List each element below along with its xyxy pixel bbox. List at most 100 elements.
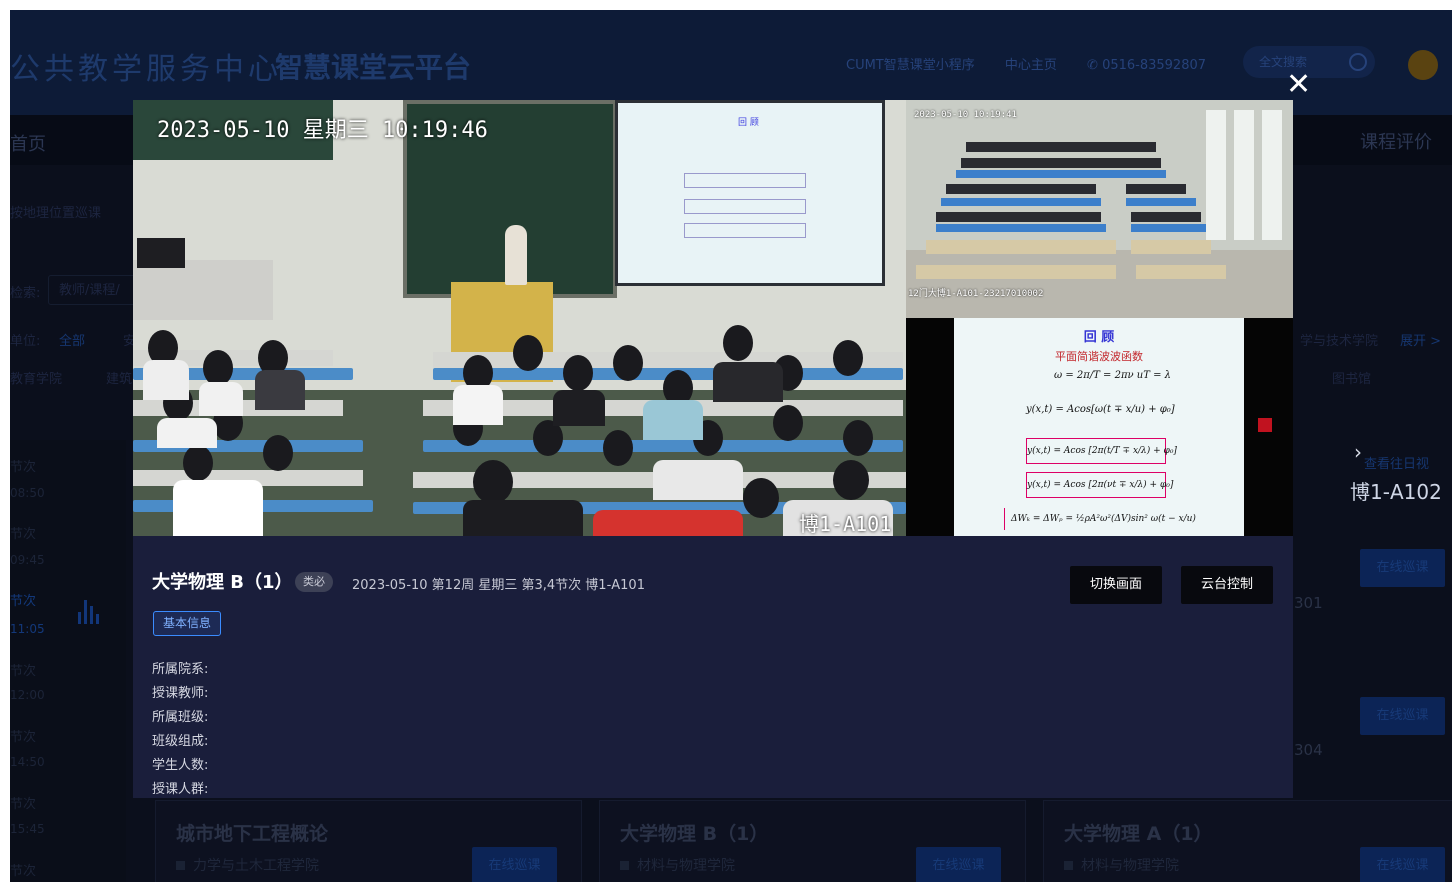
student [613, 345, 643, 381]
student-body [553, 390, 605, 426]
info-label: 学生人数: [152, 758, 209, 773]
slide-feed-video[interactable]: 回 顾 平面简谐波波函数 ω = 2π/T = 2πν uT = λ y(x,t… [906, 318, 1293, 536]
student [833, 340, 863, 376]
user-avatar[interactable] [1408, 50, 1438, 80]
unit-filter-build[interactable]: 建筑 [106, 368, 132, 387]
student [263, 435, 293, 471]
miniprogram-link[interactable]: CUMT智慧课堂小程序 [846, 58, 975, 73]
camera2-timestamp: 2023-05-10 10:19:41 [914, 110, 1017, 120]
student-body [157, 418, 217, 448]
slot-label[interactable]: 节次 [10, 793, 36, 812]
teacher [505, 225, 527, 285]
inspect-button[interactable]: 在线巡课 [1360, 847, 1445, 882]
unit-filter-edu[interactable]: 教育学院 [10, 368, 62, 387]
video-room-label: 博1-A101 [799, 512, 892, 536]
record-icon [1258, 418, 1272, 432]
rear-camera-video[interactable]: 2023-05-10 10:19:41 12门大博1-A101-23217010… [906, 100, 1293, 318]
chevron-right-icon[interactable]: › [1354, 440, 1362, 464]
student [603, 430, 633, 466]
student-body [173, 480, 263, 536]
inspect-button[interactable]: 在线巡课 [916, 847, 1001, 882]
lecture-slide: 回 顾 平面简谐波波函数 ω = 2π/T = 2πν uT = λ y(x,t… [954, 318, 1244, 536]
desk-row [926, 240, 1116, 254]
course-card[interactable]: 城市地下工程概论 力学与土木工程学院 在线巡课 [155, 800, 582, 882]
card-college-text: 材料与物理学院 [1081, 858, 1179, 874]
teacher-search-input[interactable]: 教师/课程/ [48, 275, 143, 305]
info-label: 授课人群: [152, 782, 209, 797]
info-student-count: 学生人数: [152, 754, 208, 773]
history-video-link[interactable]: 查看往日视 [1364, 453, 1429, 472]
room-number: 301 [1294, 594, 1323, 612]
room-label: 博1-A102 [1350, 480, 1442, 504]
crowd-row [961, 158, 1161, 168]
desk-row [1136, 265, 1226, 279]
inspect-button[interactable]: 在线巡课 [472, 847, 557, 882]
unit-filter-college[interactable]: 学与技术学院 [1300, 330, 1378, 349]
card-college: 力学与土木工程学院 [176, 855, 319, 875]
slot-time: 14:50 [10, 755, 45, 769]
center-home-link[interactable]: 中心主页 [1005, 58, 1057, 73]
student [203, 350, 233, 386]
slot-label[interactable]: 节次 [10, 860, 36, 879]
slot-time: 15:45 [10, 822, 45, 836]
search-label: 检索: [10, 286, 41, 301]
slide-equation-box: y(x,t) = Acos [2π(t/T ∓ x/λ) + φ₀] [1026, 438, 1177, 464]
tab-basic-info[interactable]: 基本信息 [153, 611, 221, 636]
close-icon[interactable]: ✕ [1286, 70, 1311, 100]
slot-time-active: 11:05 [10, 622, 45, 636]
window [1206, 110, 1226, 240]
window [1234, 110, 1254, 240]
projector-screen: 回 顾 [615, 100, 885, 286]
inspect-button[interactable]: 在线巡课 [1360, 549, 1445, 587]
nav-course-evaluation[interactable]: 课程评价 [1360, 128, 1432, 154]
crowd-row [946, 184, 1096, 194]
video-modal: 回 顾 2023-05-10 星期三 10:19:46 博1-A101 2023… [133, 100, 1293, 798]
camera2-caption: 12门大博1-A101-23217010002 [908, 289, 1044, 299]
screen-equation [684, 199, 806, 214]
card-college: 材料与物理学院 [620, 855, 735, 875]
location-tour-link[interactable]: 按地理位置巡课 [10, 202, 101, 221]
inspect-button[interactable]: 在线巡课 [1360, 697, 1445, 735]
course-card[interactable]: 大学物理 B（1） 材料与物理学院 在线巡课 [599, 800, 1026, 882]
crowd-row [966, 142, 1156, 152]
unit-filter-library[interactable]: 图书馆 [1332, 368, 1371, 387]
crowd-row [936, 212, 1101, 222]
platform-title: 智慧课堂云平台 [275, 51, 472, 84]
student [183, 445, 213, 481]
top-links: CUMT智慧课堂小程序 中心主页 ✆ 0516-83592807 [846, 54, 1232, 73]
nav-home[interactable]: 首页 [10, 130, 46, 156]
student-body [255, 370, 305, 410]
screen-equation [684, 223, 806, 238]
window [1262, 110, 1282, 240]
student [843, 420, 873, 456]
student-body [463, 500, 583, 536]
app-frame: 公共教学服务中心 智慧课堂云平台 CUMT智慧课堂小程序 中心主页 ✆ 0516… [10, 10, 1452, 882]
unit-label: 单位: [10, 334, 41, 349]
slide-equation: ω = 2π/T = 2πν uT = λ [1054, 370, 1171, 381]
screen-equation [684, 173, 806, 188]
slot-label[interactable]: 节次 [10, 726, 36, 745]
card-college: 材料与物理学院 [1064, 855, 1179, 875]
expand-link[interactable]: 展开 > [1400, 330, 1441, 349]
slot-label-active[interactable]: 节次 [10, 590, 36, 609]
unit-all-filter[interactable]: 全部 [59, 330, 85, 349]
slot-label[interactable]: 节次 [10, 523, 36, 542]
info-label: 授课教师: [152, 686, 209, 701]
building-icon [176, 861, 185, 870]
ptz-control-button[interactable]: 云台控制 [1181, 566, 1273, 604]
slide-equation: y(x,t) = Acos[ω(t ∓ x/u) + φ₀] [1026, 404, 1175, 415]
crowd-row [1131, 212, 1201, 222]
search-icon[interactable] [1349, 53, 1367, 71]
student-body [199, 382, 243, 416]
floor [906, 250, 1293, 318]
info-label: 所属院系: [152, 662, 209, 677]
switch-view-button[interactable]: 切换画面 [1070, 566, 1162, 604]
slot-label[interactable]: 节次 [10, 660, 36, 679]
slot-label[interactable]: 节次 [10, 456, 36, 475]
course-card[interactable]: 大学物理 A（1） 材料与物理学院 在线巡课 [1043, 800, 1452, 882]
phone-link[interactable]: ✆ 0516-83592807 [1087, 58, 1206, 73]
main-camera-video[interactable]: 回 顾 2023-05-10 星期三 10:19:46 博1-A101 [133, 100, 906, 536]
bar-chart-icon[interactable] [78, 598, 102, 624]
building-icon [620, 861, 629, 870]
card-college-text: 力学与土木工程学院 [193, 858, 319, 874]
